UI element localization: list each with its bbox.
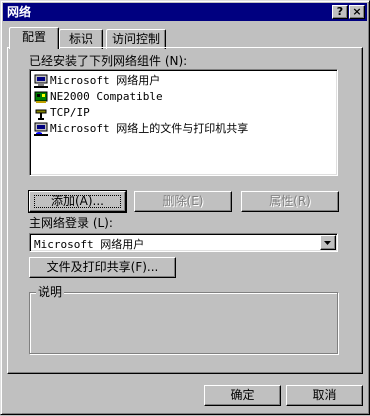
network-adapter-icon <box>34 91 48 103</box>
focus-ring <box>34 195 121 208</box>
file-print-sharing-button[interactable]: 文件及打印共享(F)... <box>29 257 176 278</box>
primary-logon-select[interactable]: Microsoft 网络用户 <box>29 233 338 252</box>
description-groupbox: 说明 <box>29 285 338 354</box>
network-client-icon <box>34 74 48 88</box>
chevron-down-icon <box>324 241 331 245</box>
dropdown-button[interactable] <box>320 235 336 250</box>
primary-logon-value: Microsoft 网络用户 <box>34 238 145 251</box>
file-print-sharing-icon <box>34 122 48 136</box>
list-item-label: Microsoft 网络用户 <box>50 74 161 87</box>
list-item-label: Microsoft 网络上的文件与打印机共享 <box>50 122 249 135</box>
add-button[interactable]: 添加(A)... <box>28 190 127 213</box>
network-dialog: 网络 ? × 配置 标识 访问控制 已经安装了下列网络组件 (N): Micro… <box>0 0 370 415</box>
list-item-label: TCP/IP <box>50 106 90 119</box>
properties-button[interactable]: 属性(R) <box>241 191 339 212</box>
description-legend: 说明 <box>36 285 65 299</box>
remove-button[interactable]: 删除(E) <box>134 191 232 212</box>
cancel-button[interactable]: 取消 <box>286 385 363 406</box>
ok-button[interactable]: 确定 <box>204 385 281 406</box>
protocol-icon <box>35 109 47 120</box>
components-label: 已经安装了下列网络组件 (N): <box>29 54 188 68</box>
components-list[interactable]: Microsoft 网络用户 NE2000 Compatible TCP/IP <box>29 69 338 176</box>
list-item-label: NE2000 Compatible <box>50 90 163 103</box>
primary-logon-label: 主网络登录 (L): <box>29 216 113 230</box>
